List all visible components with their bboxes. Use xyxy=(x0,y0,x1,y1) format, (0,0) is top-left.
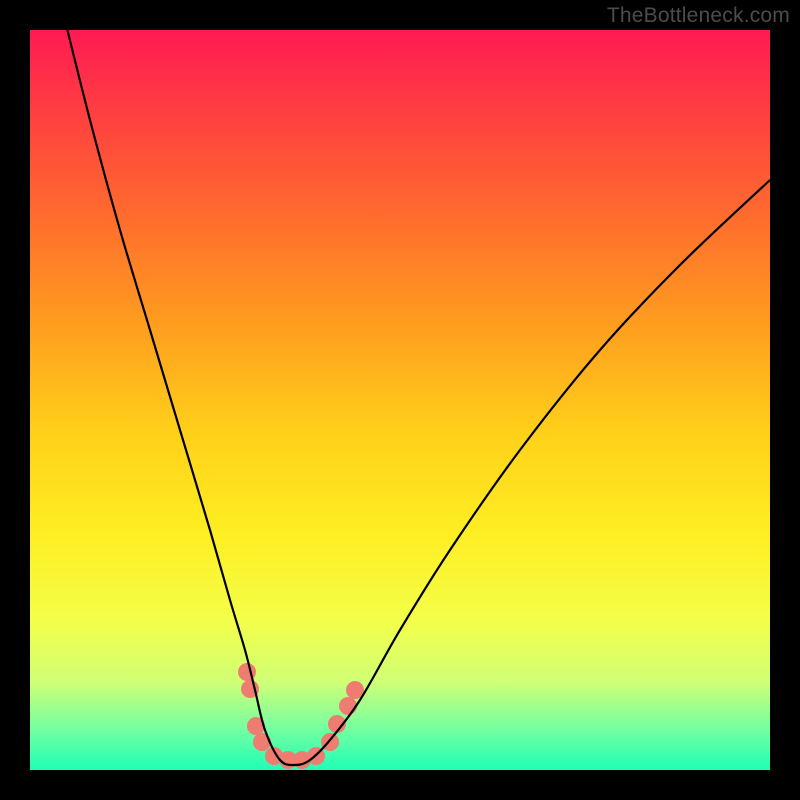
chart-frame: TheBottleneck.com xyxy=(0,0,800,800)
chart-marker xyxy=(339,697,357,715)
watermark-text: TheBottleneck.com xyxy=(607,4,790,28)
chart-svg xyxy=(30,30,770,770)
bottleneck-curve xyxy=(60,0,770,765)
chart-plot-area xyxy=(30,30,770,770)
chart-markers-group xyxy=(238,663,364,769)
